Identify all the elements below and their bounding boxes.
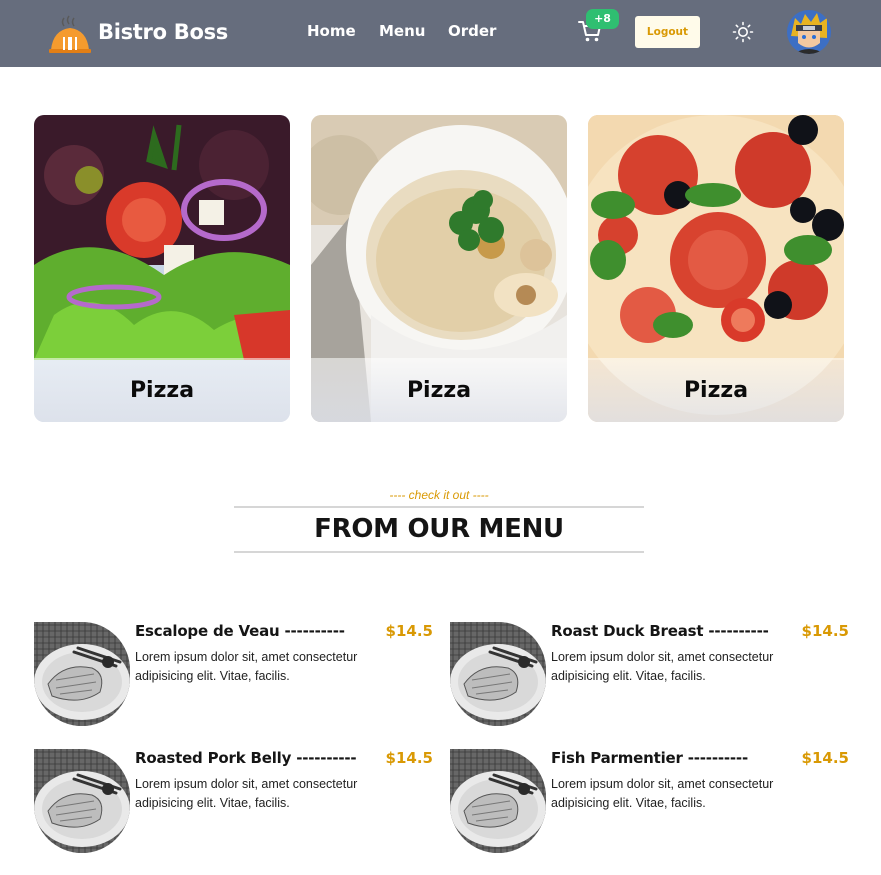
brand[interactable]: Bistro Boss bbox=[47, 10, 228, 56]
menu-item-name: Fish Parmentier ---------- bbox=[551, 749, 748, 767]
menu-item-name: Escalope de Veau ---------- bbox=[135, 622, 345, 640]
logout-button[interactable]: Logout bbox=[635, 16, 700, 48]
heading-divider-top bbox=[234, 506, 644, 508]
navbar: Bistro Boss Home Menu Order +8 Logout bbox=[0, 0, 881, 67]
menu-item-image bbox=[34, 749, 130, 853]
category-card[interactable]: Pizza bbox=[588, 115, 844, 422]
fish-plate-image bbox=[450, 622, 546, 726]
sun-icon bbox=[732, 21, 754, 43]
menu-item[interactable]: Fish Parmentier ---------- $14.5 Lorem i… bbox=[450, 749, 850, 853]
heading-divider-bottom bbox=[234, 551, 644, 553]
avatar-image bbox=[787, 10, 831, 54]
nav-home-link[interactable]: Home bbox=[307, 22, 356, 40]
nav-menu-link[interactable]: Menu bbox=[379, 22, 425, 40]
category-card[interactable]: Pizza bbox=[311, 115, 567, 422]
category-card[interactable]: Pizza bbox=[34, 115, 290, 422]
theme-toggle[interactable] bbox=[732, 21, 754, 43]
section-subheading: ---- check it out ---- bbox=[389, 488, 489, 502]
menu-item-price: $14.5 bbox=[801, 749, 849, 767]
cart-count-badge: +8 bbox=[586, 9, 619, 29]
menu-item-description: Lorem ipsum dolor sit, amet consectetur … bbox=[551, 650, 774, 683]
section-heading: FROM OUR MENU bbox=[314, 514, 564, 544]
menu-item-description: Lorem ipsum dolor sit, amet consectetur … bbox=[551, 777, 774, 810]
menu-item-image bbox=[450, 749, 546, 853]
menu-item-price: $14.5 bbox=[385, 622, 433, 640]
category-label: Pizza bbox=[683, 378, 749, 403]
menu-item-description: Lorem ipsum dolor sit, amet consectetur … bbox=[135, 777, 358, 810]
restaurant-logo-icon bbox=[49, 15, 91, 53]
brand-name: Bistro Boss bbox=[98, 20, 228, 44]
menu-item[interactable]: Roasted Pork Belly ---------- $14.5 Lore… bbox=[34, 749, 434, 853]
menu-item-price: $14.5 bbox=[801, 622, 849, 640]
menu-item-price: $14.5 bbox=[385, 749, 433, 767]
menu-item[interactable]: Escalope de Veau ---------- $14.5 Lorem … bbox=[34, 622, 434, 726]
nav-order-link[interactable]: Order bbox=[448, 22, 496, 40]
menu-item-name: Roasted Pork Belly ---------- bbox=[135, 749, 357, 767]
menu-item-name: Roast Duck Breast ---------- bbox=[551, 622, 769, 640]
fish-plate-image bbox=[34, 622, 130, 726]
menu-item-image bbox=[450, 622, 546, 726]
fish-plate-image bbox=[34, 749, 130, 853]
category-label: Pizza bbox=[129, 378, 195, 403]
menu-item[interactable]: Roast Duck Breast ---------- $14.5 Lorem… bbox=[450, 622, 850, 726]
menu-item-image bbox=[34, 622, 130, 726]
avatar[interactable] bbox=[787, 10, 831, 54]
menu-item-description: Lorem ipsum dolor sit, amet consectetur … bbox=[135, 650, 358, 683]
category-label: Pizza bbox=[406, 378, 472, 403]
fish-plate-image bbox=[450, 749, 546, 853]
